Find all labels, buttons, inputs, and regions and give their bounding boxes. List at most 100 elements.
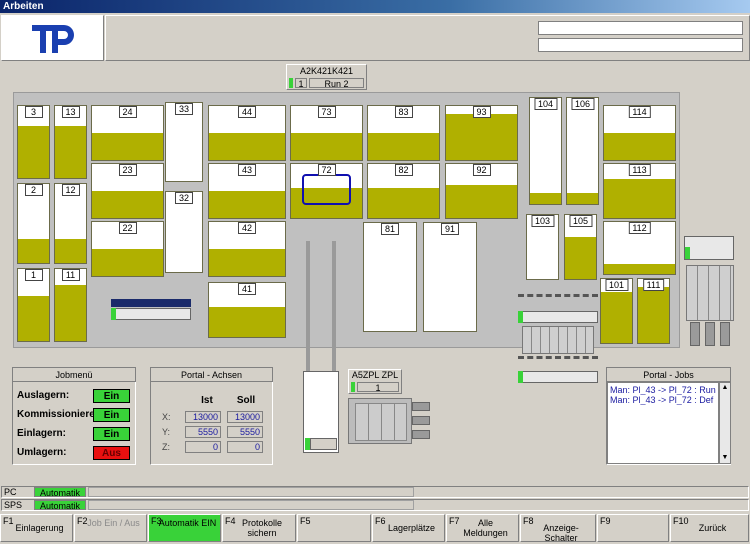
storage-bin[interactable]: 93 [445, 105, 518, 161]
conveyor-right-1[interactable] [518, 294, 598, 324]
jobmenu-toggle-button[interactable]: Aus [93, 446, 130, 460]
storage-bin[interactable]: 3 [17, 105, 50, 179]
small-box[interactable]: A5ZPL ZPL 1 [348, 369, 402, 394]
jobmenu-title: Jobmenü [12, 367, 136, 382]
scroll-up-icon[interactable]: ▲ [721, 384, 729, 392]
fkey-f5-button[interactable]: F5 [297, 514, 371, 542]
bin-fill-level [209, 307, 285, 337]
col-ist-header: Ist [201, 395, 213, 406]
bin-fill-level [530, 193, 561, 204]
bin-fill-level [368, 133, 439, 160]
fkey-f4-button[interactable]: F4 Protokolle sichern [222, 514, 296, 542]
fkey-f1-button[interactable]: F1 Einlagerung [0, 514, 73, 542]
storage-bin[interactable]: 23 [91, 163, 164, 219]
portal-rail-left [306, 241, 310, 371]
axis-soll-value: 0 [227, 441, 263, 453]
storage-bin[interactable]: 82 [367, 163, 440, 219]
storage-bin[interactable]: 112 [603, 221, 676, 275]
conveyor-left [111, 294, 191, 322]
storage-bin[interactable]: 12 [54, 183, 87, 264]
conveyor-left-bar [111, 299, 191, 307]
bin-fill-level [92, 133, 163, 160]
bin-label: 1 [24, 269, 43, 281]
storage-bin[interactable]: 91 [423, 222, 477, 332]
conveyor-right-2[interactable] [518, 356, 598, 386]
fkey-f9-button[interactable]: F9 [597, 514, 669, 542]
rack-left-slot-1 [412, 402, 430, 411]
storage-bin[interactable]: 41 [208, 282, 286, 338]
portal-carriage[interactable] [303, 371, 339, 453]
fkey-f3-button[interactable]: F3 Automatik EIN [148, 514, 221, 542]
fkey-caption: Einlagerung [15, 523, 64, 533]
storage-bin[interactable]: 13 [54, 105, 87, 179]
jobmenu-toggle-button[interactable]: Ein [93, 427, 130, 441]
selection-marker[interactable] [302, 174, 351, 205]
storage-bin[interactable]: 1 [17, 268, 50, 342]
fkey-f10-button[interactable]: F10 Zurück [670, 514, 749, 542]
portal-jobs-title: Portal - Jobs [606, 367, 731, 382]
axis-ist-value: 13000 [185, 411, 221, 423]
fkey-f7-button[interactable]: F7 Alle Meldungen [446, 514, 519, 542]
storage-bin[interactable]: 2 [17, 183, 50, 264]
conveyor-right-2-indicator [518, 371, 523, 383]
bin-label: 13 [61, 106, 80, 118]
storage-bin[interactable]: 114 [603, 105, 676, 161]
storage-bin[interactable]: 106 [566, 97, 599, 205]
tp-logo-icon [32, 25, 74, 53]
portal-jobs-scrollbar[interactable]: ▲ ▼ [719, 382, 731, 464]
storage-bin[interactable]: 11 [54, 268, 87, 342]
storage-bin[interactable]: 43 [208, 163, 286, 219]
bin-fill-level [291, 133, 362, 160]
jobmenu-toggle-button[interactable]: Ein [93, 389, 130, 403]
bin-label: 24 [118, 106, 137, 118]
fkey-f8-button[interactable]: F8 Anzeige-Schalter [520, 514, 596, 543]
header-field-2[interactable] [538, 38, 743, 52]
storage-bin[interactable]: 42 [208, 221, 286, 277]
storage-bin[interactable]: 22 [91, 221, 164, 277]
col-soll-header: Soll [236, 395, 256, 406]
portal-jobs-list[interactable]: Man: Pl_43 -> Pl_72 : Run 1 Man: Pl_43 ->… [607, 382, 719, 464]
jobmenu-toggle-button[interactable]: Ein [93, 408, 130, 422]
portal-job-item[interactable]: Man: Pl_43 -> Pl_72 : Def [608, 395, 718, 405]
storage-bin[interactable]: 92 [445, 163, 518, 219]
storage-bin[interactable]: 111 [637, 278, 670, 344]
bin-fill-level [368, 188, 439, 218]
bin-label: 92 [472, 164, 491, 176]
header-field-1[interactable] [538, 21, 743, 35]
small-box-number: 1 [357, 382, 399, 393]
bin-label: 33 [174, 103, 194, 115]
fkey-f6-button[interactable]: F6 Lagerplätze [372, 514, 445, 542]
axis-ist-value: 5550 [185, 426, 221, 438]
side-unit-leg-3 [720, 322, 730, 346]
conveyor-right-1-base [518, 311, 598, 323]
storage-bin[interactable]: 105 [564, 214, 597, 280]
storage-bin[interactable]: 33 [165, 102, 203, 182]
jobmenu-label: Umlagern: [17, 447, 67, 458]
bin-fill-level [18, 126, 49, 178]
bin-label: 114 [628, 106, 651, 118]
storage-bin[interactable]: 81 [363, 222, 417, 332]
storage-bin[interactable]: 44 [208, 105, 286, 161]
portal-job-item[interactable]: Man: Pl_43 -> Pl_72 : Run 1 [608, 383, 718, 395]
storage-bin[interactable]: 32 [165, 191, 203, 273]
run-box-title: A2K421K421 [299, 66, 354, 76]
storage-bin[interactable]: 83 [367, 105, 440, 161]
storage-bin[interactable]: 103 [526, 214, 559, 280]
bin-fill-level [604, 133, 675, 160]
side-unit-indicator[interactable] [684, 236, 734, 260]
bin-fill-level [601, 291, 632, 343]
storage-bin[interactable]: 73 [290, 105, 363, 161]
bin-fill-level [55, 284, 86, 341]
run-box[interactable]: A2K421K421 1 Run 2 [286, 64, 367, 90]
storage-bin[interactable]: 113 [603, 163, 676, 219]
fkey-f2-button[interactable]: F2 Job Ein / Aus [74, 514, 147, 542]
scroll-down-icon[interactable]: ▼ [721, 454, 729, 462]
conveyor-left-indicator [111, 308, 116, 320]
storage-bin[interactable]: 101 [600, 278, 633, 344]
fkey-caption: Protokolle sichern [241, 518, 283, 538]
storage-bin[interactable]: 104 [529, 97, 562, 205]
storage-bin[interactable]: 24 [91, 105, 164, 161]
bin-fill-level [638, 286, 669, 343]
bin-label: 3 [24, 106, 43, 118]
bin-label: 12 [61, 184, 80, 196]
